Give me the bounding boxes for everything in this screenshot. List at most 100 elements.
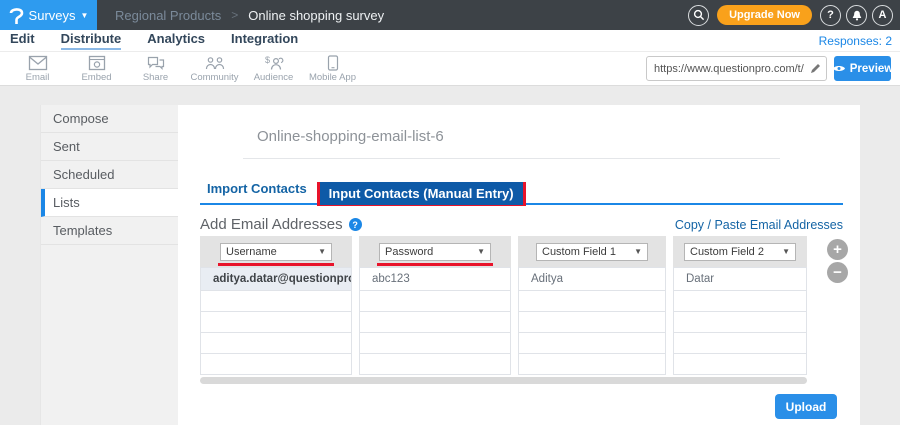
avatar[interactable]: A: [872, 4, 893, 26]
sidebar-item-compose[interactable]: Compose: [41, 105, 178, 133]
contacts-tabs: Import Contacts Input Contacts (Manual E…: [200, 171, 843, 206]
responses-count-link[interactable]: Responses: 2: [819, 34, 900, 48]
breadcrumb: Regional Products > Online shopping surv…: [115, 8, 384, 23]
cell-custom1[interactable]: [518, 333, 666, 354]
chevron-down-icon: ▼: [318, 247, 326, 256]
column-type-select-custom2[interactable]: Custom Field 2 ▼: [684, 242, 796, 261]
cell-email[interactable]: [200, 312, 352, 333]
channel-email[interactable]: Email: [8, 52, 67, 83]
nav-distribute[interactable]: Distribute: [60, 31, 122, 50]
breadcrumb-parent[interactable]: Regional Products: [115, 8, 221, 23]
preview-button[interactable]: Preview: [832, 56, 893, 81]
channel-embed[interactable]: Embed: [67, 52, 126, 83]
column-header-3: Custom Field 1 ▼: [518, 236, 666, 267]
cell-password[interactable]: [359, 354, 511, 375]
upload-button[interactable]: Upload: [775, 394, 837, 419]
distribute-toolbar: Email Embed Share Community $ Audience M…: [0, 52, 900, 86]
column-type-select-password[interactable]: Password ▼: [379, 242, 491, 261]
cell-custom1[interactable]: [518, 354, 666, 375]
annotation-red-box: Input Contacts (Manual Entry): [316, 182, 526, 206]
help-button[interactable]: ?: [820, 4, 841, 26]
cell-password[interactable]: abc123: [359, 267, 511, 291]
tab-input-contacts-manual[interactable]: Input Contacts (Manual Entry): [319, 182, 523, 205]
search-button[interactable]: [688, 4, 710, 26]
cell-email[interactable]: [200, 354, 352, 375]
column-header-1: Username ▼: [200, 236, 352, 267]
product-label: Surveys: [28, 7, 76, 23]
sidebar-item-lists[interactable]: Lists: [41, 189, 178, 217]
chevron-down-icon: ▼: [80, 11, 89, 20]
channel-audience[interactable]: $ Audience: [244, 52, 303, 83]
community-icon: [204, 55, 226, 71]
channel-label: Share: [142, 72, 169, 83]
table-row: [200, 291, 807, 312]
mobile-app-icon: [327, 55, 339, 71]
sidebar-item-scheduled[interactable]: Scheduled: [41, 161, 178, 189]
eye-icon: [832, 64, 846, 73]
column-header-2: Password ▼: [359, 236, 511, 267]
share-icon: [146, 55, 166, 71]
channel-community[interactable]: Community: [185, 52, 244, 83]
cell-custom1[interactable]: Aditya: [518, 267, 666, 291]
cell-custom2[interactable]: [673, 354, 807, 375]
upgrade-now-button[interactable]: Upgrade Now: [717, 5, 812, 25]
remove-row-button[interactable]: −: [827, 262, 848, 283]
cell-custom2[interactable]: [673, 333, 807, 354]
cell-email[interactable]: aditya.datar@questionpro.com: [200, 267, 352, 291]
table-row: [200, 354, 807, 375]
bell-icon: [851, 9, 863, 22]
nav-analytics[interactable]: Analytics: [147, 31, 205, 50]
cell-custom2[interactable]: Datar: [673, 267, 807, 291]
channel-label: Embed: [81, 72, 112, 83]
cell-custom1[interactable]: [518, 291, 666, 312]
email-list-name-field[interactable]: Online-shopping-email-list-6: [243, 125, 780, 159]
channel-share[interactable]: Share: [126, 52, 185, 83]
cell-password[interactable]: [359, 291, 511, 312]
notifications-button[interactable]: [846, 4, 867, 26]
copy-paste-emails-link[interactable]: Copy / Paste Email Addresses: [675, 218, 843, 232]
breadcrumb-separator: >: [231, 8, 239, 22]
app-window: Surveys ▼ Regional Products > Online sho…: [0, 0, 900, 425]
sidebar-item-sent[interactable]: Sent: [41, 133, 178, 161]
help-icon[interactable]: ?: [348, 218, 362, 231]
pencil-icon: [810, 64, 820, 73]
cell-password[interactable]: [359, 333, 511, 354]
add-emails-header: Add Email Addresses ? Copy / Paste Email…: [200, 216, 843, 233]
survey-nav: Edit Distribute Analytics Integration Re…: [0, 30, 900, 52]
select-value: Custom Field 1: [542, 245, 616, 258]
select-value: Username: [226, 245, 277, 258]
cell-custom2[interactable]: [673, 291, 807, 312]
cell-email[interactable]: [200, 291, 352, 312]
table-row: [200, 333, 807, 354]
survey-url-value[interactable]: https://www.questionpro.com/t/APNrFZ: [647, 63, 804, 75]
column-type-select-custom1[interactable]: Custom Field 1 ▼: [536, 242, 648, 261]
cell-custom1[interactable]: [518, 312, 666, 333]
channel-mobile-app[interactable]: Mobile App: [303, 52, 362, 83]
breadcrumb-current: Online shopping survey: [248, 7, 385, 23]
questionpro-logo-icon: [9, 6, 24, 25]
chevron-down-icon: ▼: [782, 247, 790, 256]
audience-icon: $: [262, 55, 286, 71]
table-row: aditya.datar@questionpro.com abc123 Adit…: [200, 267, 807, 291]
sidebar-item-templates[interactable]: Templates: [41, 217, 178, 245]
survey-url-field[interactable]: https://www.questionpro.com/t/APNrFZ: [646, 56, 827, 81]
nav-integration[interactable]: Integration: [231, 31, 298, 50]
cell-password[interactable]: [359, 312, 511, 333]
annotation-red-underline: [377, 263, 493, 266]
add-row-button[interactable]: +: [827, 239, 848, 260]
tab-import-contacts[interactable]: Import Contacts: [207, 181, 307, 203]
surveys-product-menu[interactable]: Surveys ▼: [0, 0, 97, 30]
top-bar: Surveys ▼ Regional Products > Online sho…: [0, 0, 900, 30]
cell-custom2[interactable]: [673, 312, 807, 333]
channel-label: Audience: [253, 72, 294, 83]
section-title: Add Email Addresses ?: [200, 216, 362, 233]
edit-url-button[interactable]: [804, 63, 826, 74]
email-entry-table: Username ▼ Password ▼ Custom Field 1 ▼ C…: [200, 236, 807, 384]
email-sidebar: Compose Sent Scheduled Lists Templates: [40, 105, 178, 425]
nav-edit[interactable]: Edit: [10, 31, 35, 50]
horizontal-scrollbar[interactable]: [200, 377, 807, 384]
survey-nav-items: Edit Distribute Analytics Integration: [0, 31, 298, 50]
cell-email[interactable]: [200, 333, 352, 354]
column-header-4: Custom Field 2 ▼: [673, 236, 807, 267]
column-type-select-username[interactable]: Username ▼: [220, 242, 332, 261]
